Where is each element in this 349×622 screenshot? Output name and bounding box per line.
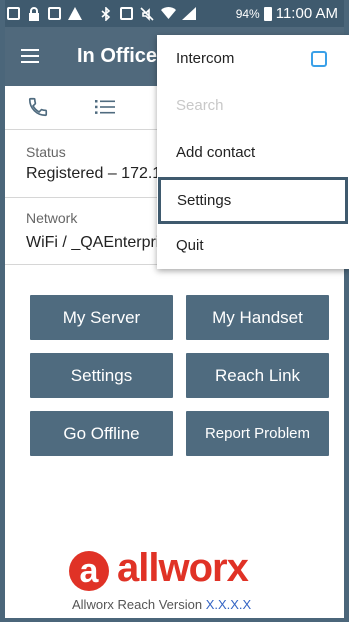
- network-value: WiFi / _QAEnterpri: [26, 234, 160, 251]
- menu-item-add-contact[interactable]: Add contact: [157, 129, 349, 176]
- reach-link-button[interactable]: Reach Link: [186, 353, 329, 398]
- clock: 11:00 AM: [275, 5, 338, 22]
- overflow-menu: Intercom Search Add contact Settings Qui…: [157, 35, 349, 269]
- image-icon: [48, 7, 61, 20]
- keyboard-icon: [7, 7, 20, 20]
- signal-icon: [182, 6, 196, 21]
- menu-item-intercom-label: Intercom: [176, 50, 235, 67]
- menu-item-settings[interactable]: Settings: [158, 177, 348, 224]
- status-value: Registered – 172.1: [26, 165, 162, 182]
- intercom-checkbox[interactable]: [311, 51, 327, 67]
- settings-button[interactable]: Settings: [30, 353, 173, 398]
- logo-mark: a: [69, 551, 109, 591]
- allworx-logo: a allworx: [69, 546, 289, 592]
- bluetooth-icon: [99, 5, 113, 22]
- app-title: In Office: [77, 45, 158, 67]
- report-problem-button[interactable]: Report Problem: [186, 411, 329, 456]
- version-label: Allworx Reach Version: [72, 597, 203, 612]
- menu-item-intercom[interactable]: Intercom: [157, 35, 349, 82]
- nfc-icon: [120, 7, 133, 20]
- list-icon[interactable]: [95, 99, 115, 115]
- my-server-button[interactable]: My Server: [30, 295, 173, 340]
- wifi-icon: [161, 6, 176, 21]
- version-info: Allworx Reach Version X.X.X.X: [72, 597, 251, 612]
- logo-wordmark: allworx: [117, 546, 249, 590]
- mute-icon: [140, 6, 154, 21]
- my-handset-button[interactable]: My Handset: [186, 295, 329, 340]
- warning-icon: [68, 6, 82, 21]
- menu-item-quit[interactable]: Quit: [157, 222, 349, 269]
- menu-item-search: Search: [176, 97, 224, 114]
- network-label: Network: [26, 210, 78, 226]
- system-status-bar: 94% 11:00 AM: [5, 0, 344, 27]
- battery-percent: 94%: [235, 6, 260, 21]
- lock-icon: [27, 6, 41, 21]
- battery-icon: [263, 6, 272, 21]
- go-offline-button[interactable]: Go Offline: [30, 411, 173, 456]
- status-label: Status: [26, 144, 66, 160]
- hamburger-menu-icon[interactable]: [21, 49, 39, 63]
- phone-icon[interactable]: [27, 96, 49, 118]
- version-number: X.X.X.X: [205, 597, 252, 612]
